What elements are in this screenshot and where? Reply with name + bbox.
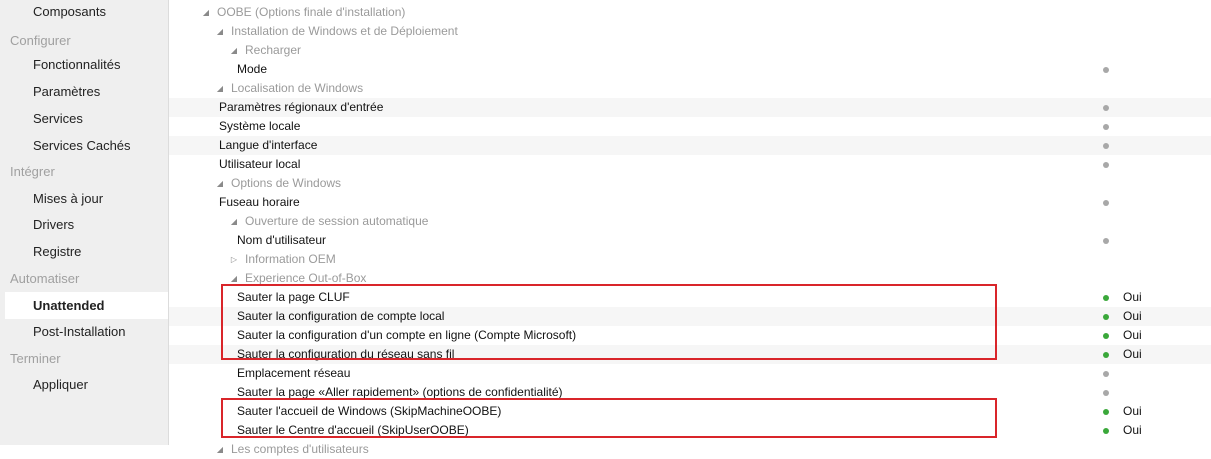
expanded-triangle-icon[interactable]: ◢: [215, 440, 225, 459]
setting-label: Système locale: [219, 119, 301, 133]
setting-label: Emplacement réseau: [237, 366, 351, 380]
setting-label: Sauter le Centre d'accueil (SkipUserOOBE…: [237, 423, 469, 437]
expanded-triangle-icon[interactable]: ◢: [229, 212, 239, 231]
setting-value: Oui: [1123, 404, 1142, 418]
setting-label: Sauter la configuration de compte local: [237, 309, 445, 323]
sidebar-nav: Composants Configurer Fonctionnalités Param…: [0, 0, 169, 445]
enabled-status-dot-icon: [1103, 314, 1109, 320]
tree-category-information-oem[interactable]: ▷ Information OEM: [169, 250, 1211, 269]
expanded-triangle-icon[interactable]: ◢: [215, 174, 225, 193]
sidebar-item-registre[interactable]: Registre: [0, 238, 168, 265]
sidebar-item-mises-a-jour[interactable]: Mises à jour: [0, 185, 168, 212]
tree-category-recharger[interactable]: ◢ Recharger: [169, 41, 1211, 60]
unset-status-dot-icon: [1103, 124, 1109, 130]
setting-label: Mode: [237, 62, 268, 76]
expanded-triangle-icon[interactable]: ◢: [201, 3, 211, 22]
setting-value: Oui: [1123, 309, 1142, 323]
category-label: Ouverture de session automatique: [245, 214, 429, 228]
enabled-status-dot-icon: [1103, 352, 1109, 358]
expanded-triangle-icon[interactable]: ◢: [215, 22, 225, 41]
unset-status-dot-icon: [1103, 200, 1109, 206]
unset-status-dot-icon: [1103, 238, 1109, 244]
sidebar-item-parametres[interactable]: Paramètres: [0, 78, 168, 105]
tree-category-oobe-options-finale-d-installation[interactable]: ◢ OOBE (Options finale d'installation): [169, 3, 1211, 22]
setting-row-utilisateur-local[interactable]: Utilisateur local: [169, 155, 1211, 174]
unset-status-dot-icon: [1103, 371, 1109, 377]
unset-status-dot-icon: [1103, 143, 1109, 149]
setting-row-langue-d-interface[interactable]: Langue d'interface: [169, 136, 1211, 155]
enabled-status-dot-icon: [1103, 295, 1109, 301]
setting-row-sauter-l-accueil-de-windows-skipmachineoobe[interactable]: Sauter l'accueil de Windows (SkipMachine…: [169, 402, 1211, 421]
unset-status-dot-icon: [1103, 67, 1109, 73]
setting-value: Oui: [1123, 423, 1142, 437]
sidebar-item-post-installation[interactable]: Post-Installation: [0, 318, 168, 345]
setting-label: Paramètres régionaux d'entrée: [219, 100, 384, 114]
setting-row-sauter-la-configuration-d-un-compte-en-ligne-compte-microsoft[interactable]: Sauter la configuration d'un compte en l…: [169, 326, 1211, 345]
sidebar-item-appliquer[interactable]: Appliquer: [0, 371, 168, 398]
setting-label: Sauter l'accueil de Windows (SkipMachine…: [237, 404, 502, 418]
tree-category-installation-de-windows-et-de-deploiement[interactable]: ◢ Installation de Windows et de Déploieme…: [169, 22, 1211, 41]
enabled-status-dot-icon: [1103, 333, 1109, 339]
unset-status-dot-icon: [1103, 390, 1109, 396]
setting-row-sauter-la-page-aller-rapidement-options-de-confidentialite[interactable]: Sauter la page «Aller rapidement» (optio…: [169, 383, 1211, 402]
setting-row-parametres-regionaux-d-entree[interactable]: Paramètres régionaux d'entrée: [169, 98, 1211, 117]
category-label: Options de Windows: [231, 176, 342, 190]
sidebar-item-fonctionnalites[interactable]: Fonctionnalités: [0, 51, 168, 78]
setting-row-sauter-la-configuration-du-reseau-sans-fil[interactable]: Sauter la configuration du réseau sans f…: [169, 345, 1211, 364]
expanded-triangle-icon[interactable]: ◢: [229, 269, 239, 288]
setting-label: Nom d'utilisateur: [237, 233, 326, 247]
tree-category-localisation-de-windows[interactable]: ◢ Localisation de Windows: [169, 79, 1211, 98]
category-label: Recharger: [245, 43, 302, 57]
setting-row-sauter-la-configuration-de-compte-local[interactable]: Sauter la configuration de compte local O…: [169, 307, 1211, 326]
collapsed-triangle-icon[interactable]: ▷: [229, 250, 239, 269]
sidebar-section-configurer: Configurer: [10, 33, 71, 48]
unattended-settings-tree: ◢ OOBE (Options finale d'installation) ◢ In…: [169, 0, 1211, 456]
sidebar-item-services[interactable]: Services: [0, 105, 168, 132]
setting-row-sauter-la-page-cluf[interactable]: Sauter la page CLUF Oui: [169, 288, 1211, 307]
setting-value: Oui: [1123, 347, 1142, 361]
enabled-status-dot-icon: [1103, 409, 1109, 415]
expanded-triangle-icon[interactable]: ◢: [229, 41, 239, 60]
category-label: Localisation de Windows: [231, 81, 364, 95]
unset-status-dot-icon: [1103, 162, 1109, 168]
setting-label: Langue d'interface: [219, 138, 318, 152]
tree-category-ouverture-de-session-automatique[interactable]: ◢ Ouverture de session automatique: [169, 212, 1211, 231]
setting-label: Sauter la configuration du réseau sans f…: [237, 347, 455, 361]
setting-label: Sauter la page «Aller rapidement» (optio…: [237, 385, 563, 399]
sidebar-section-terminer: Terminer: [10, 351, 61, 366]
sidebar-item-drivers[interactable]: Drivers: [0, 211, 168, 238]
sidebar-section-integrer: Intégrer: [10, 164, 55, 179]
category-label: Les comptes d'utilisateurs: [231, 442, 369, 456]
tree-category-options-de-windows[interactable]: ◢ Options de Windows: [169, 174, 1211, 193]
setting-label: Fuseau horaire: [219, 195, 300, 209]
setting-label: Sauter la configuration d'un compte en l…: [237, 328, 577, 342]
category-label: OOBE (Options finale d'installation): [217, 5, 406, 19]
setting-row-mode[interactable]: Mode: [169, 60, 1211, 79]
setting-row-sauter-le-centre-d-accueil-skipuseroobe[interactable]: Sauter le Centre d'accueil (SkipUserOOBE…: [169, 421, 1211, 440]
setting-value: Oui: [1123, 328, 1142, 342]
category-label: Installation de Windows et de Déploiemen…: [231, 24, 458, 38]
tree-category-experience-out-of-box[interactable]: ◢ Experience Out-of-Box: [169, 269, 1211, 288]
category-label: Information OEM: [245, 252, 336, 266]
sidebar-item-composants[interactable]: Composants: [0, 0, 168, 25]
tree-category-les-comptes-d-utilisateurs[interactable]: ◢ Les comptes d'utilisateurs: [169, 440, 1211, 459]
enabled-status-dot-icon: [1103, 428, 1109, 434]
setting-row-emplacement-reseau[interactable]: Emplacement réseau: [169, 364, 1211, 383]
expanded-triangle-icon[interactable]: ◢: [215, 79, 225, 98]
setting-value: Oui: [1123, 290, 1142, 304]
setting-row-systeme-locale[interactable]: Système locale: [169, 117, 1211, 136]
setting-label: Utilisateur local: [219, 157, 301, 171]
category-label: Experience Out-of-Box: [245, 271, 367, 285]
sidebar-item-services-caches[interactable]: Services Cachés: [0, 132, 168, 159]
setting-row-nom-d-utilisateur[interactable]: Nom d'utilisateur: [169, 231, 1211, 250]
setting-label: Sauter la page CLUF: [237, 290, 350, 304]
sidebar-section-automatiser: Automatiser: [10, 271, 80, 286]
sidebar-item-unattended[interactable]: Unattended: [5, 292, 168, 319]
setting-row-fuseau-horaire[interactable]: Fuseau horaire: [169, 193, 1211, 212]
unset-status-dot-icon: [1103, 105, 1109, 111]
